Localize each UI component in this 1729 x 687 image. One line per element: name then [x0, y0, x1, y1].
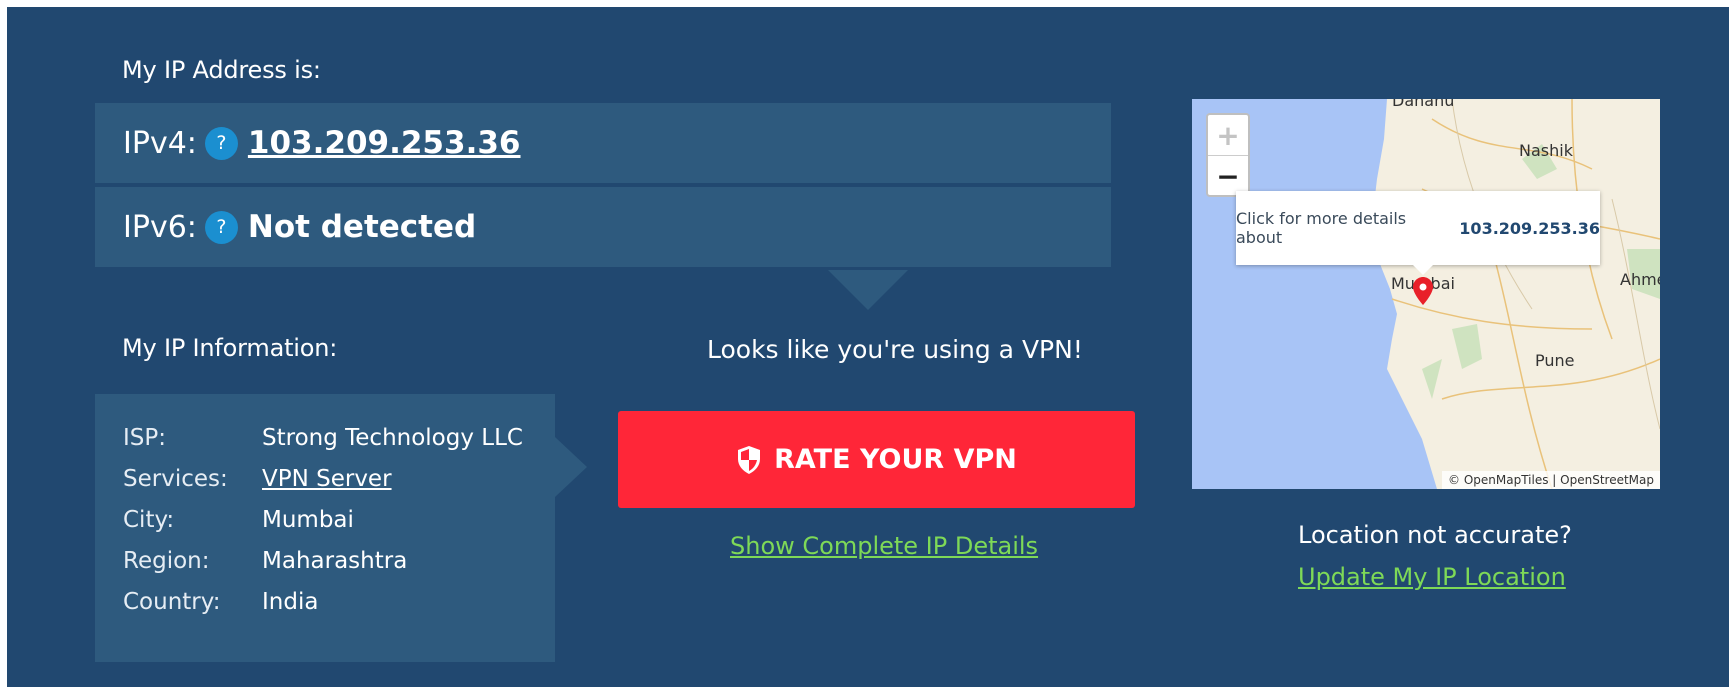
- map-city-label: Nashik: [1519, 141, 1573, 160]
- map-city-label: Dahanu: [1392, 99, 1455, 110]
- vpn-server-link[interactable]: VPN Server: [262, 463, 523, 495]
- pointer-arrow: [828, 270, 908, 310]
- country-value: India: [262, 589, 319, 615]
- pointer-arrow: [555, 437, 587, 497]
- map-city-label: Ahme: [1620, 270, 1660, 289]
- region-label: Region:: [123, 548, 210, 574]
- isp-label: ISP:: [123, 425, 167, 451]
- update-ip-location-link[interactable]: Update My IP Location: [1298, 563, 1566, 591]
- shield-icon: [738, 445, 761, 474]
- popup-tip: [1413, 265, 1433, 275]
- map-marker-icon[interactable]: [1413, 277, 1433, 305]
- zoom-in-button[interactable]: +: [1208, 115, 1248, 156]
- zoom-out-button[interactable]: −: [1208, 156, 1248, 196]
- ipv4-address-link[interactable]: 103.209.253.36: [248, 125, 521, 161]
- map-attribution[interactable]: © OpenMapTiles | OpenStreetMap: [1442, 471, 1660, 489]
- my-ip-heading: My IP Address is:: [122, 56, 321, 84]
- city-label: City:: [123, 507, 175, 533]
- rate-button-label: RATE YOUR VPN: [774, 444, 1017, 475]
- map-city-label: Pune: [1535, 351, 1575, 370]
- region-value: Maharashtra: [262, 548, 408, 574]
- ipv4-row: IPv4: ? 103.209.253.36: [95, 103, 1111, 183]
- question-circle-icon[interactable]: ?: [204, 126, 238, 160]
- ip-info-heading: My IP Information:: [122, 334, 338, 362]
- location-map[interactable]: Dahanu Nashik Mumbai Ahme Pune + − Click…: [1192, 99, 1660, 489]
- rate-your-vpn-button[interactable]: RATE YOUR VPN: [618, 411, 1135, 508]
- isp-value: Strong Technology LLC: [262, 425, 523, 451]
- ipv6-value: Not detected: [247, 209, 477, 245]
- vpn-detected-message: Looks like you're using a VPN!: [707, 335, 1083, 364]
- question-circle-icon[interactable]: ?: [204, 210, 238, 244]
- country-label: Country:: [123, 589, 221, 615]
- ip-info-panel: My IP Address is: IPv4: ? 103.209.253.36…: [7, 7, 1729, 687]
- map-popup[interactable]: Click for more details about 103.209.253…: [1236, 191, 1600, 265]
- map-zoom-control: + −: [1206, 113, 1250, 197]
- show-ip-details-link[interactable]: Show Complete IP Details: [730, 532, 1038, 560]
- ipv6-row: IPv6: ? Not detected: [95, 187, 1111, 267]
- location-accuracy-question: Location not accurate?: [1298, 521, 1572, 549]
- ipv4-label: IPv4:: [123, 125, 197, 161]
- city-value: Mumbai: [262, 507, 354, 533]
- popup-text: Click for more details about: [1236, 209, 1407, 247]
- popup-ip: 103.209.253.36: [1459, 218, 1600, 238]
- ip-info-box: ISP: Strong Technology LLC Services: VPN…: [95, 394, 555, 662]
- services-label: Services:: [123, 466, 228, 492]
- ip-info-table: ISP: Strong Technology LLC Services: VPN…: [123, 422, 523, 618]
- ipv6-label: IPv6:: [123, 209, 197, 245]
